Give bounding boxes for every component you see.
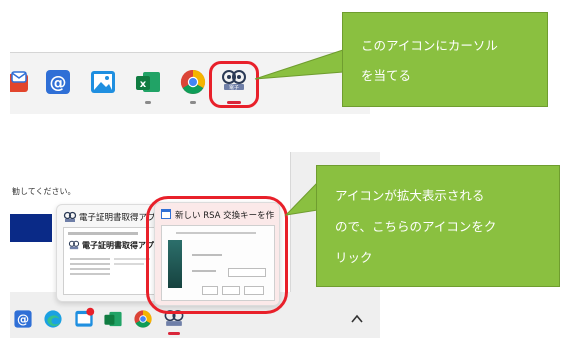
- store-icon[interactable]: [73, 307, 95, 329]
- page-button[interactable]: [10, 214, 52, 242]
- callout-bottom: アイコンが拡大表示される ので、こちらのアイコンをク リック: [316, 165, 560, 287]
- svg-text:x: x: [140, 79, 147, 90]
- svg-text:@: @: [50, 73, 67, 93]
- edge-icon[interactable]: [43, 309, 63, 329]
- callout-bottom-line1: アイコンが拡大表示される: [335, 188, 485, 203]
- callout-bottom-line3: リック: [335, 250, 373, 265]
- photos-icon[interactable]: [89, 68, 117, 96]
- active-indicator: [168, 332, 180, 335]
- callout-top-line2: を当てる: [361, 68, 412, 83]
- callout-bottom-line2: ので、こちらのアイコンをク: [335, 219, 497, 234]
- certificate-app-icon: [68, 240, 80, 250]
- callout-top-line1: このアイコンにカーソル: [361, 38, 498, 53]
- excel-icon[interactable]: x: [134, 68, 162, 96]
- certificate-app-icon: [63, 211, 77, 222]
- svg-text:@: @: [17, 312, 29, 326]
- running-indicator: [145, 101, 151, 104]
- running-indicator: [190, 101, 196, 104]
- thumbnail-inner-title: 電子証明書取得アプ: [82, 241, 154, 250]
- mail-icon[interactable]: [10, 68, 32, 96]
- callout-top: このアイコンにカーソル を当てる: [342, 12, 548, 107]
- page-instruction-text: 勧してください。: [12, 187, 76, 196]
- chrome-icon[interactable]: [133, 309, 153, 329]
- excel-icon[interactable]: [103, 309, 123, 329]
- at-sign-icon[interactable]: @: [13, 309, 33, 329]
- at-sign-icon[interactable]: @: [44, 68, 72, 96]
- chrome-icon[interactable]: [179, 68, 207, 96]
- thumbnail-preview: 電子証明書取得アプ: [63, 227, 157, 295]
